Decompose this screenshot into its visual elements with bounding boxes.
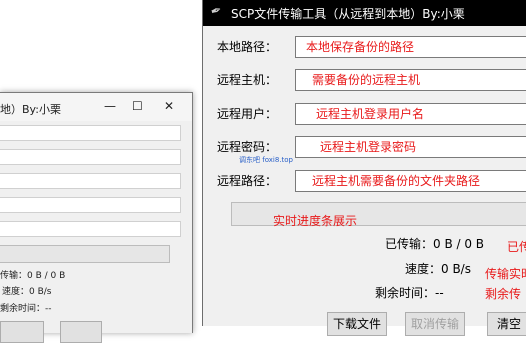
local-path-input[interactable]: 本地保存备份的路径 bbox=[295, 36, 526, 58]
background-remaining-label: 剩余时间：-- bbox=[0, 304, 52, 314]
close-icon[interactable]: ✕ bbox=[164, 99, 174, 113]
background-local-path-input[interactable] bbox=[0, 125, 181, 141]
remote-password-label: 远程密码： bbox=[217, 140, 278, 154]
feather-icon: ✒ bbox=[208, 2, 225, 21]
minimize-icon[interactable]: — bbox=[104, 99, 116, 113]
background-remote-user-input[interactable] bbox=[0, 173, 181, 189]
watermark: 调东吧 foxi8.top bbox=[239, 156, 293, 164]
background-window: 地）By:小栗 — ☐ ✕ 传输：0 B / 0 B 速度：0 B/s 剩余时间… bbox=[0, 92, 193, 343]
remote-host-input[interactable]: 需要备份的远程主机 bbox=[295, 69, 526, 91]
transferred-label: 已传输：0 B / 0 B bbox=[385, 237, 485, 251]
maximize-icon[interactable]: ☐ bbox=[132, 99, 143, 113]
speed-label: 速度：0 B/s bbox=[405, 262, 471, 276]
remote-user-label: 远程用户： bbox=[217, 107, 278, 121]
remaining-time-label: 剩余时间：-- bbox=[375, 286, 444, 300]
main-window-titlebar[interactable]: ✒ SCP文件传输工具（从远程到本地）By:小栗 bbox=[203, 0, 526, 26]
main-window: ✒ SCP文件传输工具（从远程到本地）By:小栗 本地路径： 本地保存备份的路径… bbox=[202, 0, 526, 336]
speed-note: 传输实时 bbox=[485, 267, 526, 281]
remote-path-label: 远程路径： bbox=[217, 174, 278, 188]
remote-user-input[interactable]: 远程主机登录用户名 bbox=[295, 103, 526, 125]
background-progress-bar bbox=[0, 245, 170, 263]
background-remote-password-input[interactable] bbox=[0, 197, 181, 213]
remote-password-input[interactable]: 远程主机登录密码 bbox=[295, 136, 526, 158]
background-transferred-label: 传输：0 B / 0 B bbox=[0, 271, 66, 281]
background-download-button[interactable] bbox=[0, 321, 44, 343]
clear-button[interactable]: 清空 bbox=[487, 312, 526, 336]
remaining-note: 剩余传 bbox=[485, 287, 522, 301]
background-remote-host-input[interactable] bbox=[0, 149, 181, 165]
background-speed-label: 速度：0 B/s bbox=[2, 287, 52, 297]
background-remote-path-input[interactable] bbox=[0, 221, 181, 237]
background-window-titlebar: 地）By:小栗 — ☐ ✕ bbox=[0, 93, 192, 121]
window-title: SCP文件传输工具（从远程到本地）By:小栗 bbox=[231, 7, 465, 21]
background-cancel-button[interactable] bbox=[60, 321, 102, 343]
background-window-title: 地）By:小栗 bbox=[0, 103, 61, 116]
transferred-note: 已传 bbox=[507, 240, 526, 254]
progress-caption: 实时进度条展示 bbox=[273, 214, 358, 228]
download-button[interactable]: 下载文件 bbox=[327, 312, 387, 336]
remote-path-input[interactable]: 远程主机需要备份的文件夹路径 bbox=[295, 170, 526, 192]
cancel-transfer-button[interactable]: 取消传输 bbox=[405, 312, 465, 336]
remote-host-label: 远程主机： bbox=[217, 73, 278, 87]
local-path-label: 本地路径： bbox=[217, 40, 278, 54]
